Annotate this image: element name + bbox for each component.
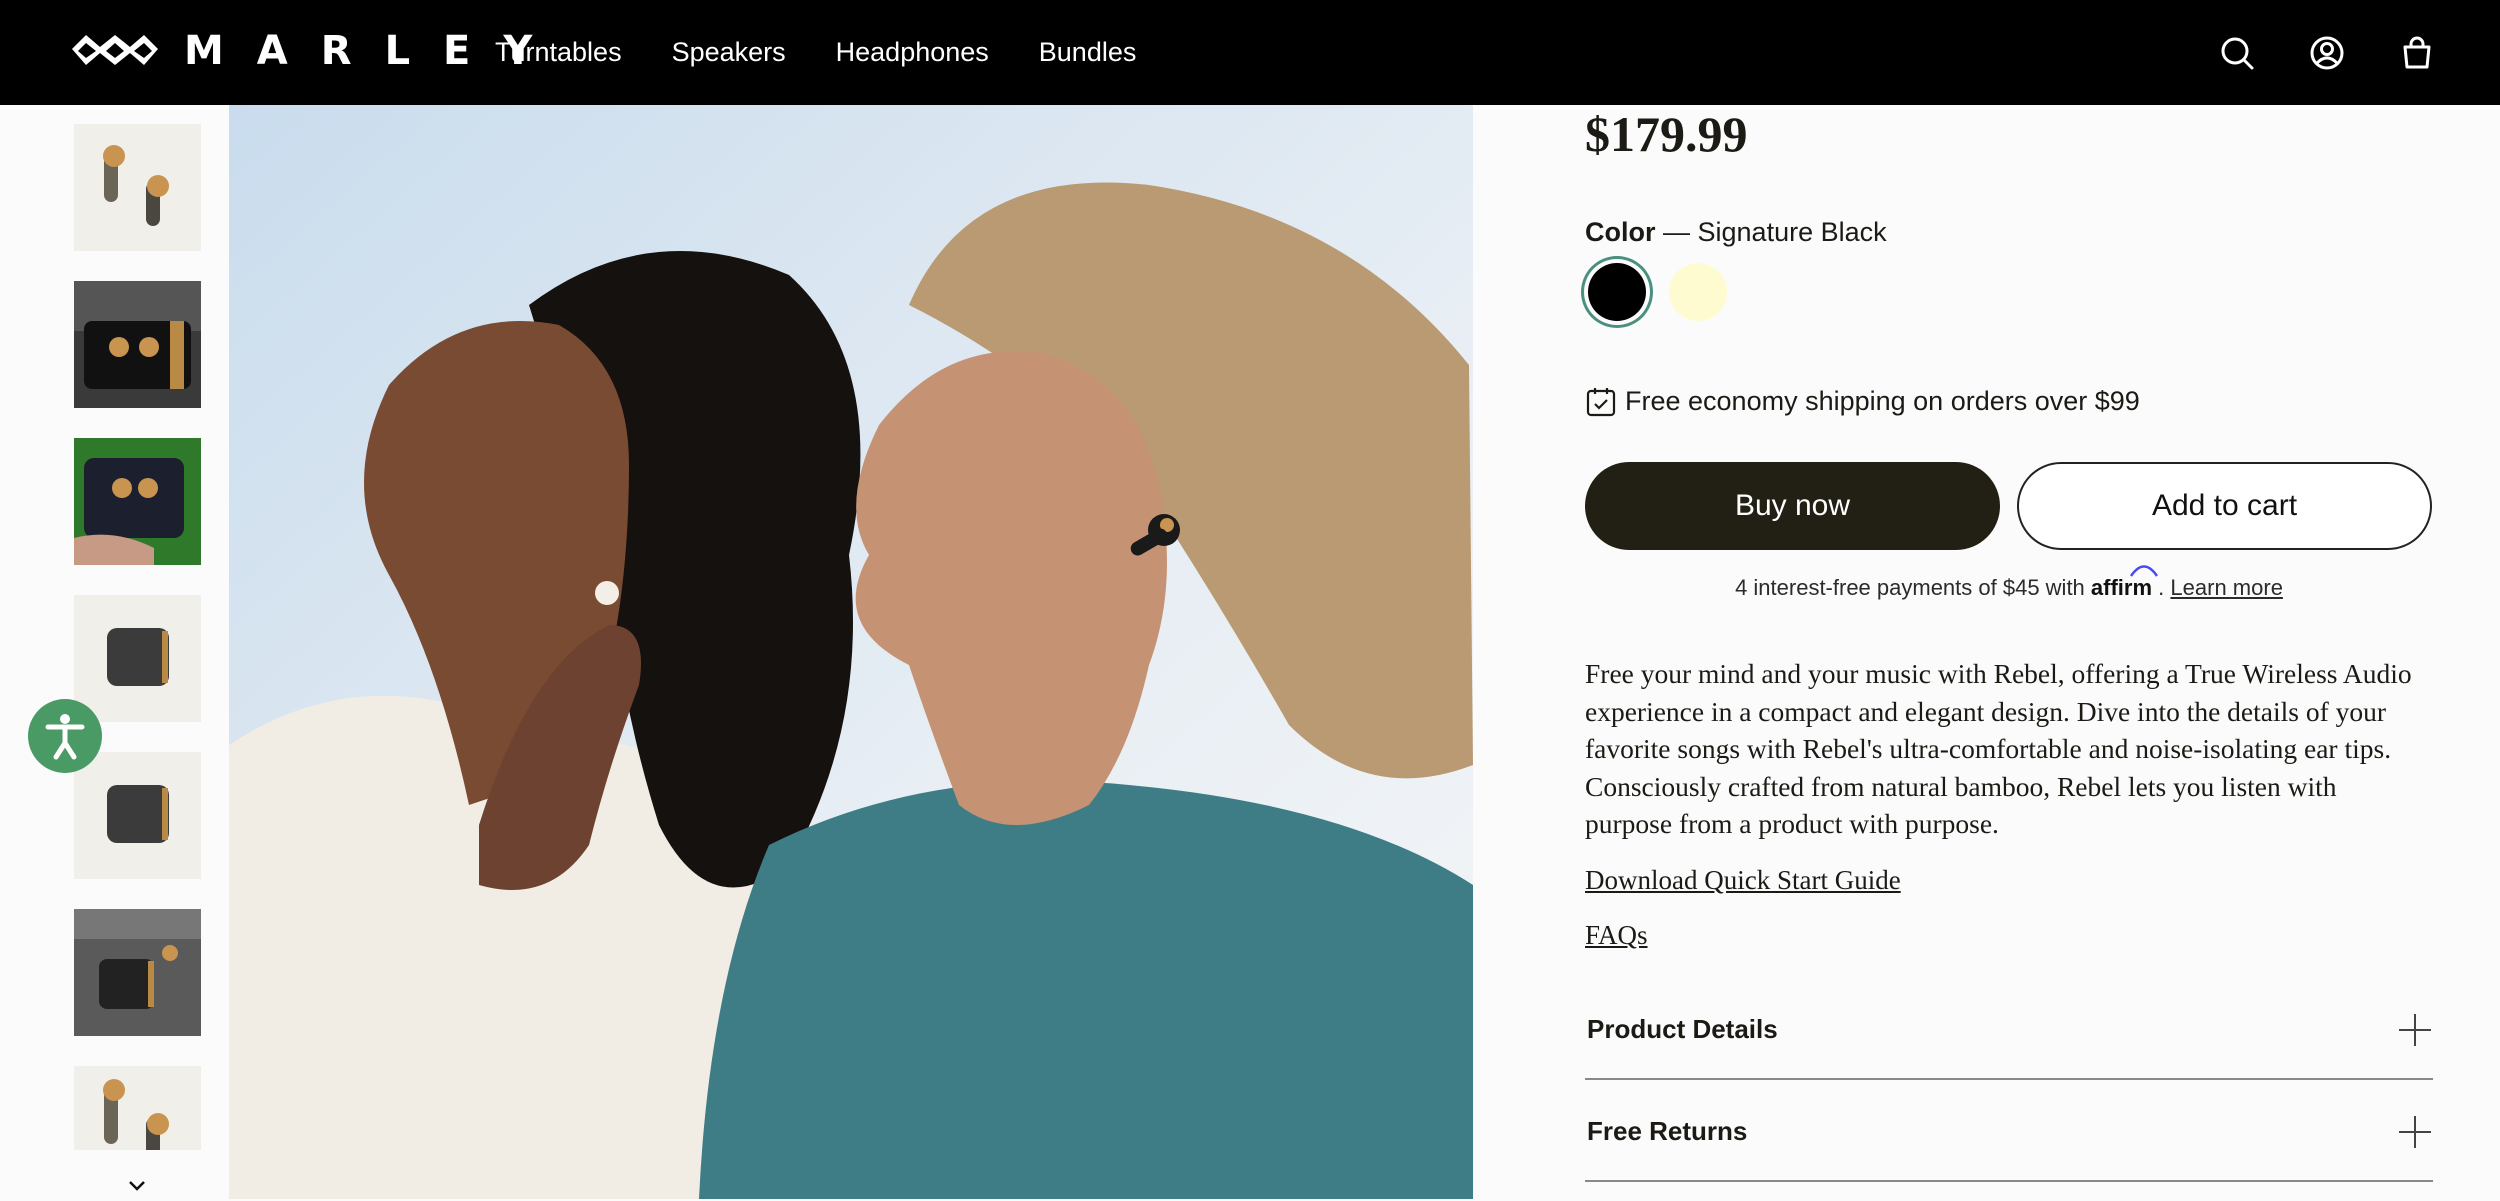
product-description: Free your mind and your music with Rebel… bbox=[1585, 658, 2412, 839]
thumbnail-2[interactable] bbox=[74, 281, 201, 408]
accordion-title: Free Returns bbox=[1587, 1116, 1748, 1146]
thumbnail-1[interactable] bbox=[74, 124, 201, 251]
nav-headphones[interactable]: Headphones bbox=[836, 37, 989, 68]
thumbnail-7[interactable] bbox=[74, 1066, 201, 1150]
color-separator: — bbox=[1655, 217, 1698, 247]
account-icon[interactable] bbox=[2307, 33, 2347, 73]
plus-icon bbox=[2399, 1116, 2431, 1148]
main-nav: Turntables Speakers Headphones Bundles bbox=[495, 0, 1186, 105]
brand-logo[interactable]: MARLEY bbox=[70, 28, 565, 74]
color-selector-label: Color — Signature Black bbox=[1585, 217, 1887, 248]
color-label: Color bbox=[1585, 217, 1656, 247]
shipping-notice: Free economy shipping on orders over $99 bbox=[1585, 385, 2140, 417]
accordion-product-details[interactable]: Product Details bbox=[1585, 978, 2433, 1080]
thumbnail-strip bbox=[74, 124, 201, 1150]
nav-turntables[interactable]: Turntables bbox=[495, 37, 622, 68]
plus-icon bbox=[2399, 1014, 2431, 1046]
affirm-learn-more-link[interactable]: Learn more bbox=[2170, 575, 2283, 600]
product-price: $179.99 bbox=[1585, 106, 1748, 162]
affirm-brand-text: affirm bbox=[2090, 575, 2153, 600]
quick-start-guide-link[interactable]: Download Quick Start Guide bbox=[1585, 865, 1901, 896]
buy-now-button[interactable]: Buy now bbox=[1585, 462, 2000, 550]
nav-bundles[interactable]: Bundles bbox=[1039, 37, 1137, 68]
affirm-prefix: 4 interest-free payments of $45 with bbox=[1735, 575, 2085, 600]
case-on-console-icon bbox=[74, 909, 201, 1036]
product-hero-image[interactable] bbox=[229, 105, 1473, 1199]
swatch-signature-black[interactable] bbox=[1588, 263, 1646, 321]
nav-speakers[interactable]: Speakers bbox=[672, 37, 786, 68]
accessibility-button[interactable] bbox=[28, 699, 102, 773]
thumbnail-3[interactable] bbox=[74, 438, 201, 565]
accessibility-icon bbox=[45, 714, 85, 760]
color-value: Signature Black bbox=[1697, 217, 1887, 247]
accordion-title: Product Details bbox=[1587, 1014, 1778, 1044]
earbuds-pair-icon bbox=[74, 1066, 201, 1150]
faqs-link[interactable]: FAQs bbox=[1585, 920, 1648, 951]
accordion-free-returns[interactable]: Free Returns bbox=[1585, 1080, 2433, 1182]
earbuds-case-in-hand-icon bbox=[74, 438, 201, 565]
affirm-financing-message: 4 interest-free payments of $45 with aff… bbox=[1585, 565, 2433, 601]
add-to-cart-button[interactable]: Add to cart bbox=[2017, 462, 2432, 550]
chevron-down-icon[interactable] bbox=[122, 1176, 152, 1196]
search-icon[interactable] bbox=[2217, 33, 2257, 73]
shipping-text: Free economy shipping on orders over $99 bbox=[1625, 385, 2140, 416]
marley-logo-mark-icon bbox=[72, 35, 158, 65]
thumbnail-6[interactable] bbox=[74, 909, 201, 1036]
lifestyle-photo bbox=[229, 105, 1473, 1199]
earbuds-open-case-icon bbox=[74, 281, 201, 408]
cart-icon[interactable] bbox=[2397, 33, 2437, 73]
affirm-arc-icon bbox=[2129, 565, 2158, 577]
earbuds-pair-icon bbox=[74, 124, 201, 251]
swatch-cream[interactable] bbox=[1669, 263, 1727, 321]
site-header: MARLEY Turntables Speakers Headphones Bu… bbox=[0, 0, 2500, 105]
affirm-logo: affirm bbox=[2090, 565, 2158, 600]
affirm-period: . bbox=[2158, 575, 2165, 600]
shipping-box-icon bbox=[1586, 388, 1616, 417]
